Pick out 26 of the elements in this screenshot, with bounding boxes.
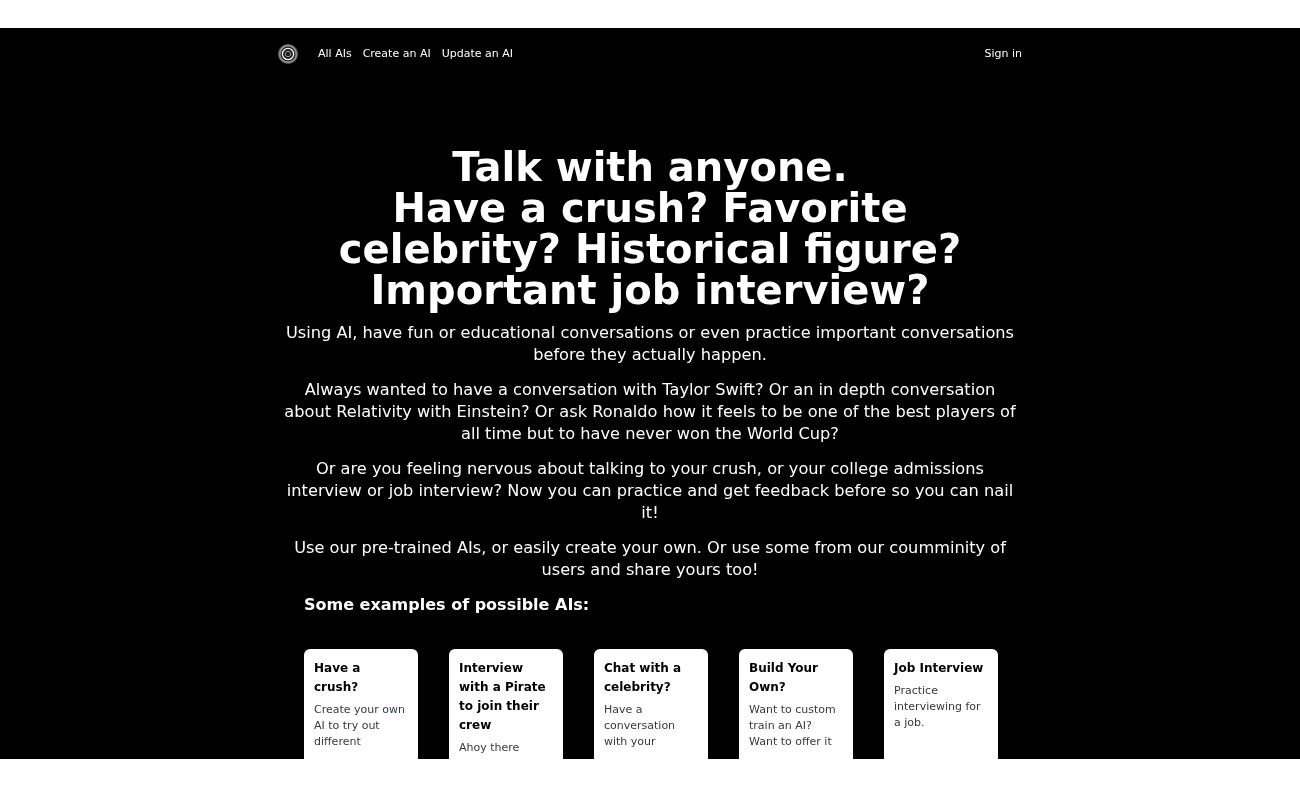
nav-link[interactable]: All AIs [318,47,352,61]
card-description: Create your own AI to try out different [314,702,406,750]
card-description: Want to custom train an AI? Want to offer it [749,702,837,750]
example-card[interactable]: Interview with a Pirate to join their crew Ahoy there [449,649,563,759]
nav-link[interactable]: Create an AI [362,47,431,61]
example-card[interactable]: Build Your Own? Want to custom train an AI? Want to offer it [739,649,853,759]
card-description: Ahoy there [459,740,521,756]
ring-logo-icon[interactable] [278,44,298,64]
card-title: Build Your Own? [749,660,819,696]
card-title: Have a crush? [314,660,362,696]
card-title: Interview with a Pirate to join their crew [459,660,547,734]
example-card[interactable]: Have a crush? Create your own AI to try out different [304,649,418,759]
hero-headline: Talk with anyone. Have a crush? Favorite celebrity? Historical figure? Important job interview? [337,147,963,311]
intro-paragraph: Use our pre-trained AIs, or easily create your own. Or use some from our coumminity of users and share yours too! [293,537,1008,581]
card-description: Practice interviewing for a job. [894,683,982,731]
intro-paragraph: Using AI, have fun or educational conversations or even practice important conversations before they actually happen. [285,322,1015,366]
example-card[interactable]: Job Interview Practice interviewing for a job. [884,649,998,759]
card-description: Have a conversation with your [604,702,677,750]
nav-link[interactable]: Update an AI [441,47,513,61]
card-title: Chat with a celebrity? [604,660,683,696]
section-heading: Some examples of possible AIs: [304,594,591,616]
intro-paragraph: Always wanted to have a conversation with Taylor Swift? Or an in depth conversation about Relativity with Einstein? Or ask Ronaldo how it feels to be one of the best players of all time but to have never won the World Cup? [283,379,1017,445]
sign-in-link[interactable]: Sign in [984,47,1022,61]
card-title: Job Interview [894,660,985,677]
intro-paragraph: Or are you feeling nervous about talking to your crush, or your college admissions interview or job interview? Now you can practice and get feedback before so you can nail it! [285,458,1015,524]
example-card[interactable]: Chat with a celebrity? Have a conversation with your [594,649,708,759]
